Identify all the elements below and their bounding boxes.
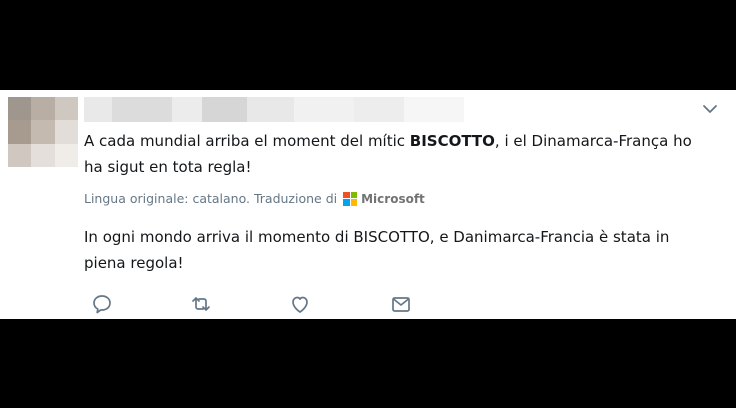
microsoft-logo-icon [343, 191, 358, 206]
pixelated-username[interactable] [84, 97, 464, 122]
heart-icon[interactable] [288, 292, 312, 316]
translator-brand[interactable]: Microsoft [343, 191, 425, 206]
translated-text: In ogni mondo arriva il momento di BISCO… [84, 228, 670, 272]
tweet-actions [84, 292, 424, 316]
tweet-text-part: A cada mundial arriba el moment del míti… [84, 132, 410, 150]
translation-note: Lingua originale: catalano. Traduzione d… [84, 191, 338, 206]
translator-name: Microsoft [361, 191, 425, 206]
chevron-down-icon[interactable] [701, 102, 719, 116]
tweet-card: A cada mundial arriba el moment del míti… [0, 90, 736, 319]
tweet-text-bold: BISCOTTO [409, 132, 495, 150]
tweet-text: A cada mundial arriba el moment del míti… [84, 128, 714, 180]
reply-icon[interactable] [90, 292, 114, 316]
envelope-icon[interactable] [389, 292, 413, 316]
translation-attribution: Lingua originale: catalano. Traduzione d… [84, 191, 425, 206]
avatar[interactable] [8, 97, 78, 167]
retweet-icon[interactable] [189, 292, 213, 316]
